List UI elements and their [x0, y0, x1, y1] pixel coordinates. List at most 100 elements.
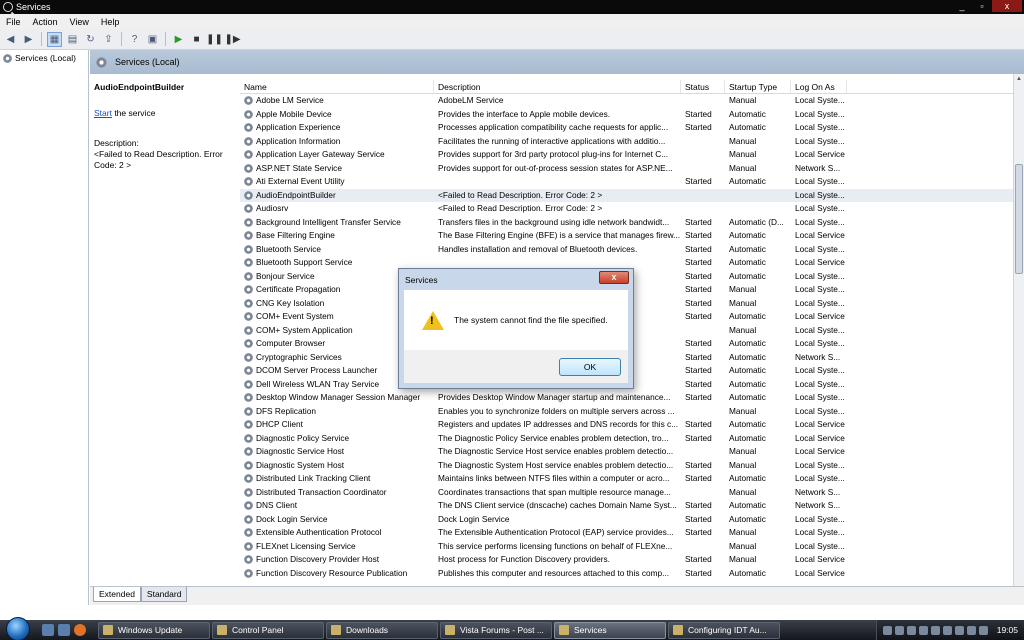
restart-icon[interactable]: ❚▶: [224, 32, 240, 47]
table-row[interactable]: Base Filtering Engine The Base Filtering …: [240, 229, 1013, 243]
task-label: Services: [574, 625, 607, 635]
table-row[interactable]: Function Discovery Resource Publication P…: [240, 567, 1013, 581]
service-startup-type: Automatic: [729, 230, 766, 240]
table-row[interactable]: Diagnostic Service Host The Diagnostic Se…: [240, 445, 1013, 459]
service-status: Started: [685, 554, 712, 564]
menu-action[interactable]: Action: [27, 17, 64, 27]
ok-button[interactable]: OK: [559, 358, 621, 376]
taskbar: Windows Update Control Panel Downloads Vist…: [0, 617, 1024, 640]
table-row[interactable]: Distributed Transaction Coordinator Coord…: [240, 486, 1013, 500]
column-header-status[interactable]: Status: [681, 80, 725, 93]
taskbar-button[interactable]: Configuring IDT Au...: [668, 621, 780, 639]
taskbar-button[interactable]: Downloads: [326, 621, 438, 639]
forward-icon[interactable]: ▶: [21, 32, 36, 47]
tree-item-services-local[interactable]: Services (Local): [0, 50, 88, 66]
properties-icon[interactable]: ▤: [65, 32, 80, 47]
service-startup-type: Manual: [729, 554, 757, 564]
service-logon-as: Local Service: [795, 446, 845, 456]
close-button[interactable]: x: [992, 0, 1022, 12]
table-row[interactable]: DHCP Client Registers and updates IP addr…: [240, 418, 1013, 432]
service-startup-type: Manual: [729, 405, 757, 416]
menu-help[interactable]: Help: [95, 17, 126, 27]
tray-icon[interactable]: [942, 625, 952, 635]
tab-extended[interactable]: Extended: [93, 587, 141, 602]
table-row[interactable]: Ati External Event Utility Started Automat…: [240, 175, 1013, 189]
stop-icon[interactable]: ■: [189, 32, 204, 47]
network-icon[interactable]: [954, 625, 964, 635]
tray-icon[interactable]: [930, 625, 940, 635]
clock[interactable]: 19:05: [997, 625, 1018, 635]
table-row[interactable]: Bluetooth Service Handles installation an…: [240, 243, 1013, 257]
table-row[interactable]: DNS Client The DNS Client service (dnscac…: [240, 499, 1013, 513]
table-row[interactable]: Adobe LM Service AdobeLM Service Manual Loc…: [240, 94, 1013, 108]
taskbar-button[interactable]: Services: [554, 621, 666, 639]
power-icon[interactable]: [978, 625, 988, 635]
table-row[interactable]: Application Information Facilitates the r…: [240, 135, 1013, 149]
maximize-button[interactable]: ▫: [972, 0, 992, 12]
firefox-icon[interactable]: [74, 624, 86, 636]
taskbar-button[interactable]: Vista Forums - Post ...: [440, 621, 552, 639]
refresh-icon[interactable]: ↻: [83, 32, 98, 47]
table-row[interactable]: ASP.NET State Service Provides support fo…: [240, 162, 1013, 176]
service-logon-as: Local Service: [795, 419, 845, 429]
show-desktop-icon[interactable]: [42, 624, 54, 636]
table-row[interactable]: Extensible Authentication Protocol The Ex…: [240, 526, 1013, 540]
play-icon[interactable]: ▶: [171, 32, 186, 47]
export-icon[interactable]: ⇪: [101, 32, 116, 47]
tray-icon[interactable]: [894, 625, 904, 635]
volume-icon[interactable]: [966, 625, 976, 635]
service-name: ASP.NET State Service: [256, 162, 342, 173]
console-icon[interactable]: ▣: [145, 32, 160, 47]
menu-view[interactable]: View: [64, 17, 95, 27]
table-row[interactable]: Function Discovery Provider Host Host pro…: [240, 553, 1013, 567]
column-header-description[interactable]: Description: [434, 80, 681, 93]
table-row[interactable]: AudioEndpointBuilder <Failed to Read Desc…: [240, 188, 1013, 202]
gear-icon: [3, 53, 12, 63]
tray-icon[interactable]: [918, 625, 928, 635]
table-row[interactable]: Diagnostic Policy Service The Diagnostic …: [240, 432, 1013, 446]
pause-icon[interactable]: ❚❚: [206, 32, 223, 47]
column-header-name[interactable]: Name: [240, 80, 434, 93]
table-row[interactable]: Dock Login Service Dock Login Service Star…: [240, 513, 1013, 527]
scroll-up-icon[interactable]: ▲: [1014, 74, 1024, 84]
service-startup-type: Automatic: [729, 513, 766, 524]
table-row[interactable]: Desktop Window Manager Session Manager Pr…: [240, 391, 1013, 405]
scroll-thumb[interactable]: [1015, 164, 1023, 274]
service-name: Function Discovery Provider Host: [256, 554, 380, 564]
list-header: Name Description Status Startup Type Log…: [240, 80, 1013, 94]
table-row[interactable]: Background Intelligent Transfer Service T…: [240, 216, 1013, 230]
service-name: Computer Browser: [256, 338, 326, 348]
service-startup-type: Automatic: [729, 243, 766, 254]
minimize-button[interactable]: _: [952, 0, 972, 12]
dialog-close-button[interactable]: x: [599, 271, 629, 284]
service-name: DNS Client: [256, 500, 298, 510]
vertical-scrollbar[interactable]: ▲: [1013, 74, 1024, 586]
start-service-link[interactable]: Start: [94, 108, 112, 118]
column-header-log-on-as[interactable]: Log On As: [791, 80, 847, 93]
table-row[interactable]: FLEXnet Licensing Service This service pe…: [240, 540, 1013, 554]
service-startup-type: Automatic: [729, 365, 766, 375]
console-tree-icon[interactable]: ▦: [47, 31, 62, 47]
table-row[interactable]: Audiosrv <Failed to Read Description. Err…: [240, 202, 1013, 216]
service-startup-type: Automatic: [729, 338, 766, 348]
back-icon[interactable]: ◀: [3, 32, 18, 47]
tab-standard[interactable]: Standard: [140, 587, 188, 602]
help-icon[interactable]: ?: [127, 32, 142, 47]
column-header-startup-type[interactable]: Startup Type: [725, 80, 791, 93]
service-startup-type: Automatic: [729, 257, 766, 267]
start-button[interactable]: [0, 617, 30, 640]
menu-file[interactable]: File: [0, 17, 27, 27]
table-row[interactable]: DFS Replication Enables you to synchroniz…: [240, 405, 1013, 419]
service-description: Provides support for out-of-process sess…: [438, 162, 673, 173]
table-row[interactable]: Application Experience Processes applicat…: [240, 121, 1013, 135]
table-row[interactable]: Apple Mobile Device Provides the interfac…: [240, 108, 1013, 122]
tray-icon[interactable]: [882, 625, 892, 635]
tray-icon[interactable]: [906, 625, 916, 635]
taskbar-button[interactable]: Control Panel: [212, 621, 324, 639]
table-row[interactable]: Diagnostic System Host The Diagnostic Sys…: [240, 459, 1013, 473]
taskbar-button[interactable]: Windows Update: [98, 621, 210, 639]
switch-windows-icon[interactable]: [58, 624, 70, 636]
table-row[interactable]: Application Layer Gateway Service Provide…: [240, 148, 1013, 162]
service-gear-icon: [244, 501, 253, 511]
table-row[interactable]: Distributed Link Tracking Client Maintain…: [240, 472, 1013, 486]
